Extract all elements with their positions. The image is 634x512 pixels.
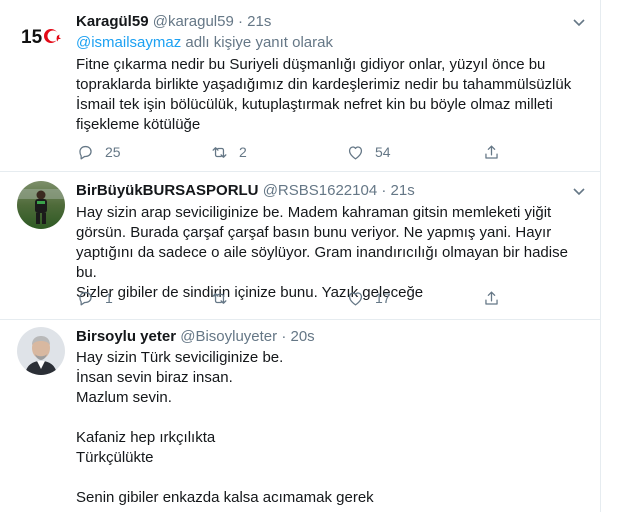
separator-dot: · xyxy=(238,13,243,30)
tweet[interactable]: BirBüyükBURSASPORLU @RSBS1622104 · 21s H… xyxy=(0,171,600,320)
retweet-icon xyxy=(212,292,227,304)
reply-button[interactable]: 25 xyxy=(76,142,121,162)
share-icon xyxy=(485,291,498,305)
tweet[interactable]: Birsoylu yeter @Bisoyluyeter · 20s Hay s… xyxy=(0,319,600,512)
like-button[interactable]: 54 xyxy=(346,142,391,162)
retweet-button[interactable]: 2 xyxy=(210,142,247,162)
tweet-content: Karagül59 @karagul59 · 21s @ismailsaymaz… xyxy=(76,12,586,135)
heart-icon xyxy=(348,291,363,305)
tweet-header: Karagül59 @karagul59 · 21s xyxy=(76,12,586,32)
timestamp[interactable]: 21s xyxy=(247,13,271,30)
reply-context: @ismailsaymaz adlı kişiye yanıt olarak xyxy=(76,33,586,53)
separator-dot: · xyxy=(381,182,387,199)
football-player-photo-icon xyxy=(17,181,65,229)
user-handle[interactable]: @Bisoyluyeter xyxy=(180,328,277,345)
share-button[interactable] xyxy=(482,288,501,308)
timeline: 15 Karagül59 @karagul59 · 21s @ismailsay… xyxy=(0,0,601,512)
display-name[interactable]: BirBüyükBURSASPORLU xyxy=(76,182,259,199)
timestamp[interactable]: 21s xyxy=(391,182,415,199)
tweet-text: Hay sizin Türk seviciliginize be. İnsan … xyxy=(76,349,374,506)
tweet[interactable]: 15 Karagül59 @karagul59 · 21s @ismailsay… xyxy=(0,0,600,172)
like-count: 17 xyxy=(375,290,391,306)
reply-mention-link[interactable]: @ismailsaymaz xyxy=(76,34,181,51)
tweet-header: BirBüyükBURSASPORLU @RSBS1622104 · 21s xyxy=(76,181,586,201)
tweet-actions: 1 17 xyxy=(76,288,516,308)
chevron-down-icon[interactable] xyxy=(572,181,586,201)
avatar[interactable]: 15 xyxy=(17,12,65,60)
reply-icon xyxy=(79,145,92,159)
display-name[interactable]: Birsoylu yeter xyxy=(76,328,176,345)
reply-count: 1 xyxy=(105,290,113,306)
separator-dot: · xyxy=(281,328,287,345)
retweet-button[interactable] xyxy=(210,288,239,308)
like-button[interactable]: 17 xyxy=(346,288,391,308)
tweet-text: Fitne çıkarma nedir bu Suriyeli düşmanlı… xyxy=(76,56,572,133)
tweet-content: BirBüyükBURSASPORLU @RSBS1622104 · 21s H… xyxy=(76,181,586,303)
share-icon xyxy=(485,145,498,159)
user-handle[interactable]: @RSBS1622104 xyxy=(263,182,377,199)
avatar-badge-text: 15 xyxy=(21,27,43,48)
reply-context-text: adlı kişiye yanıt olarak xyxy=(181,34,333,51)
15-temmuz-logo-icon: 15 xyxy=(17,12,65,60)
timestamp[interactable]: 20s xyxy=(291,328,315,345)
user-handle[interactable]: @karagul59 xyxy=(153,13,234,30)
reply-button[interactable]: 1 xyxy=(76,288,113,308)
share-button[interactable] xyxy=(482,142,501,162)
avatar[interactable] xyxy=(17,327,65,375)
display-name[interactable]: Karagül59 xyxy=(76,13,149,30)
tweet-content: Birsoylu yeter @Bisoyluyeter · 20s Hay s… xyxy=(76,327,586,508)
tweet-actions: 25 2 54 xyxy=(76,142,516,162)
tweet-header: Birsoylu yeter @Bisoyluyeter · 20s xyxy=(76,327,586,347)
man-portrait-photo-icon xyxy=(17,327,65,375)
reply-count: 25 xyxy=(105,144,121,160)
avatar[interactable] xyxy=(17,181,65,229)
chevron-down-icon[interactable] xyxy=(572,12,586,32)
like-count: 54 xyxy=(375,144,391,160)
retweet-count: 2 xyxy=(239,144,247,160)
retweet-icon xyxy=(212,146,227,158)
reply-icon xyxy=(79,291,92,305)
heart-icon xyxy=(348,145,363,159)
